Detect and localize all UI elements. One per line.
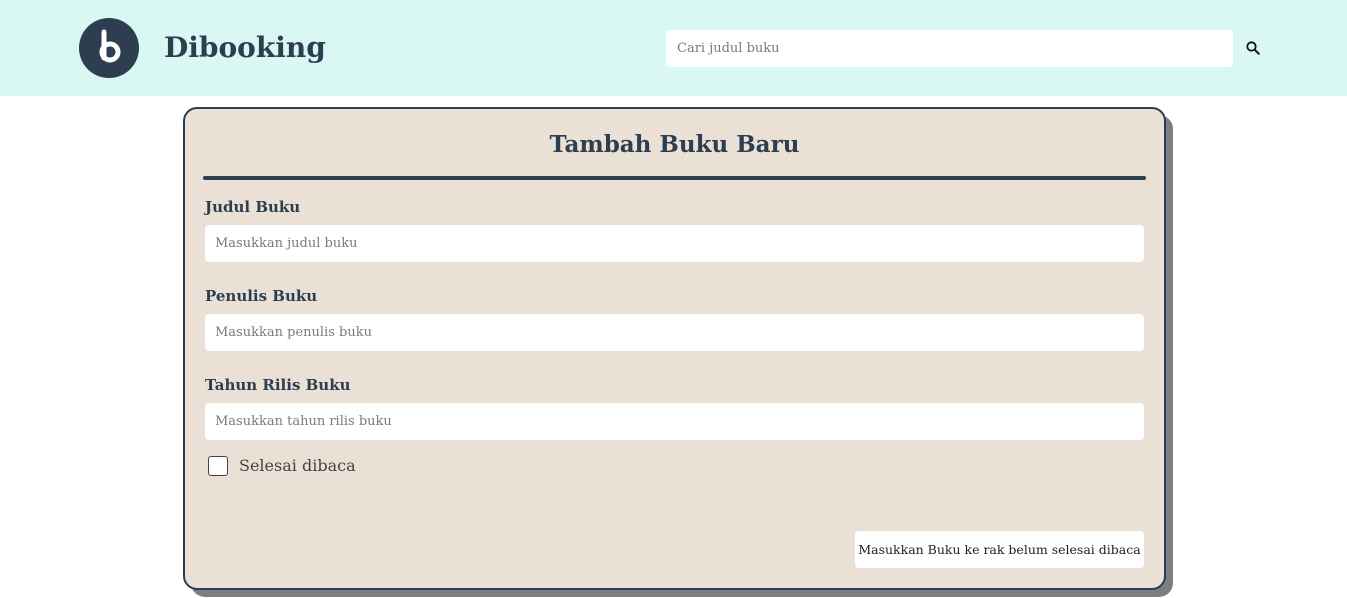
- search-button[interactable]: [1243, 38, 1263, 58]
- submit-button[interactable]: Masukkan Buku ke rak belum selesai dibac…: [855, 531, 1144, 568]
- header-bar: Dibooking: [0, 0, 1347, 96]
- title-field-label: Judul Buku: [205, 198, 301, 216]
- logo-icon: [79, 18, 139, 78]
- finished-checkbox[interactable]: [208, 456, 228, 476]
- year-field-label: Tahun Rilis Buku: [205, 376, 351, 394]
- year-input[interactable]: [205, 403, 1144, 440]
- author-field-label: Penulis Buku: [205, 287, 318, 305]
- form-title: Tambah Buku Baru: [549, 131, 800, 158]
- brand-name: Dibooking: [164, 31, 326, 64]
- finished-checkbox-label: Selesai dibaca: [239, 456, 356, 475]
- title-divider: [203, 176, 1146, 180]
- title-input[interactable]: [205, 225, 1144, 262]
- author-input[interactable]: [205, 314, 1144, 351]
- search-icon: [1246, 41, 1260, 55]
- search-input[interactable]: [666, 30, 1233, 67]
- add-book-form: Tambah Buku Baru Judul Buku Penulis Buku…: [183, 107, 1166, 590]
